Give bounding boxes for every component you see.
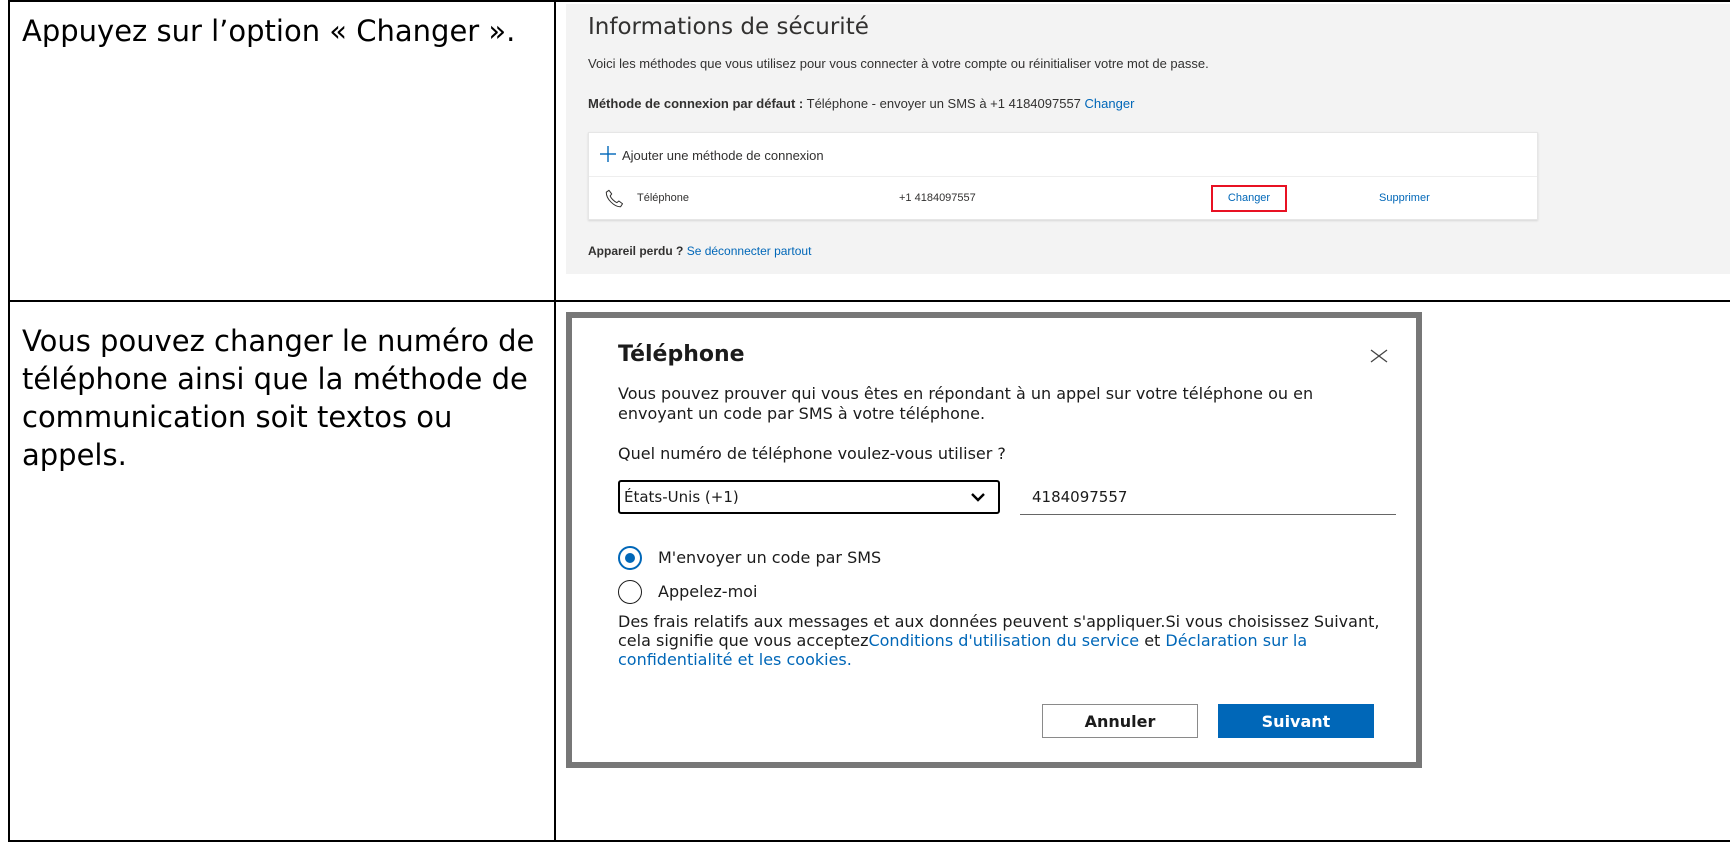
add-method-button[interactable]: Ajouter une méthode de connexion bbox=[589, 133, 1537, 177]
methods-list-card: Ajouter une méthode de connexion Télépho… bbox=[588, 132, 1538, 220]
default-method-label: Méthode de connexion par défaut : bbox=[588, 96, 804, 111]
change-method-button[interactable]: Changer bbox=[1211, 185, 1287, 212]
radio-dot bbox=[625, 553, 635, 563]
delete-method-link[interactable]: Supprimer bbox=[1379, 192, 1430, 204]
call-radio[interactable] bbox=[618, 580, 658, 606]
method-row-phone: Téléphone +1 4184097557 Changer Supprime… bbox=[589, 177, 1537, 221]
row-divider bbox=[8, 300, 1730, 302]
page-title: Informations de sécurité bbox=[588, 14, 869, 40]
sms-radio[interactable] bbox=[618, 546, 658, 572]
method-type-label: Téléphone bbox=[637, 192, 689, 204]
page-description: Voici les méthodes que vous utilisez pou… bbox=[588, 56, 1209, 71]
instruction-step-2: Vous pouvez changer le numéro de télépho… bbox=[22, 324, 535, 472]
instruction-step-1: Appuyez sur l’option « Changer ». bbox=[22, 14, 516, 48]
country-select[interactable]: États-Unis (+1) bbox=[618, 480, 1000, 514]
add-method-label: Ajouter une méthode de connexion bbox=[622, 148, 824, 163]
sms-option-label[interactable]: M'envoyer un code par SMS bbox=[658, 548, 881, 567]
plus-icon bbox=[600, 146, 616, 162]
default-method-value: Téléphone - envoyer un SMS à +1 41840975… bbox=[803, 96, 1085, 111]
disclaimer-text: Des frais relatifs aux messages et aux d… bbox=[618, 612, 1388, 669]
column-divider bbox=[554, 0, 556, 842]
close-icon[interactable] bbox=[1368, 344, 1390, 366]
default-method-change-link[interactable]: Changer bbox=[1085, 96, 1135, 111]
disclaimer-and: et bbox=[1139, 631, 1166, 650]
phone-dialog-screenshot: Téléphone Vous pouvez prouver qui vous ê… bbox=[566, 312, 1422, 768]
dialog-description: Vous pouvez prouver qui vous êtes en rép… bbox=[618, 384, 1314, 423]
terms-link[interactable]: Conditions d'utilisation du service bbox=[868, 631, 1139, 650]
radio-circle bbox=[618, 580, 642, 604]
lost-device-line: Appareil perdu ? Se déconnecter partout bbox=[588, 244, 811, 258]
security-info-screenshot: Informations de sécurité Voici les métho… bbox=[566, 4, 1730, 274]
next-button[interactable]: Suivant bbox=[1218, 704, 1374, 738]
phone-dialog: Téléphone Vous pouvez prouver qui vous ê… bbox=[572, 318, 1416, 762]
lost-device-label: Appareil perdu ? bbox=[588, 244, 684, 258]
call-option-label[interactable]: Appelez-moi bbox=[658, 582, 757, 601]
default-method-line: Méthode de connexion par défaut : Téléph… bbox=[588, 96, 1134, 111]
method-phone-number: +1 4184097557 bbox=[899, 192, 976, 204]
phone-icon bbox=[605, 189, 624, 208]
country-select-value: États-Unis (+1) bbox=[624, 488, 739, 506]
sign-out-everywhere-link[interactable]: Se déconnecter partout bbox=[687, 244, 812, 258]
phone-number-input[interactable] bbox=[1020, 480, 1396, 515]
dialog-title: Téléphone bbox=[618, 342, 745, 367]
chevron-down-icon bbox=[971, 493, 985, 502]
cancel-button[interactable]: Annuler bbox=[1042, 704, 1198, 738]
phone-question: Quel numéro de téléphone voulez-vous uti… bbox=[618, 444, 1006, 463]
radio-circle-checked bbox=[618, 546, 642, 570]
